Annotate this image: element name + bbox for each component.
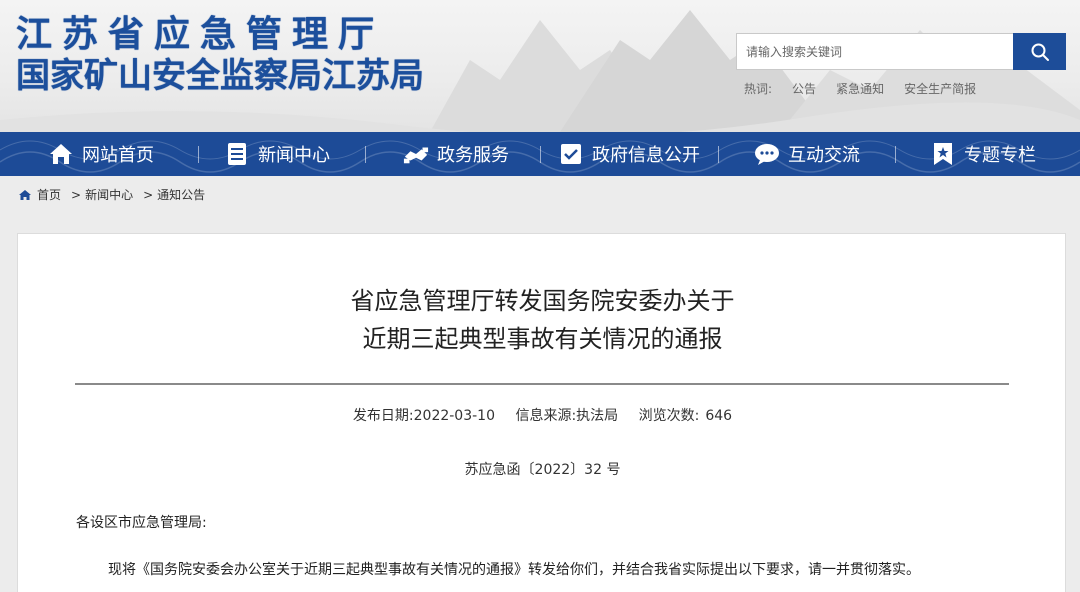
article-card: 省应急管理厅转发国务院安委办关于 近期三起典型事故有关情况的通报 发布日期:20… <box>17 233 1066 592</box>
publish-date-value: 2022-03-10 <box>413 408 495 424</box>
publish-date-label: 发布日期: <box>352 408 414 424</box>
hotword-link[interactable]: 安全生产简报 <box>904 80 976 97</box>
logo-title-line1: 江苏省应急管理厅 <box>16 14 385 55</box>
nav-divider <box>365 146 366 163</box>
handshake-icon <box>403 141 429 167</box>
nav-label: 互动交流 <box>788 145 860 166</box>
nav-label: 专题专栏 <box>964 145 1036 166</box>
info-source-label: 信息来源: <box>515 408 577 424</box>
publish-date: 发布日期:2022-03-10 <box>353 408 495 424</box>
info-source-value: 执法局 <box>576 408 619 424</box>
search-input[interactable] <box>736 33 1014 70</box>
article-title-line1: 省应急管理厅转发国务院安委办关于 <box>350 287 735 315</box>
nav-label: 新闻中心 <box>258 145 330 166</box>
nav-label: 网站首页 <box>82 145 154 166</box>
document-number: 苏应急函〔2022〕32 号 <box>464 462 621 478</box>
search-box <box>736 33 1066 70</box>
nav-label: 政务服务 <box>437 145 509 166</box>
site-header: 江苏省应急管理厅 国家矿山安全监察局江苏局 热词: 公告 紧急通知 安全生产简报 <box>0 0 1080 132</box>
main-nav: 网站首页 新闻中心 政务服务 政府信息公开 互动交流 专题专栏 <box>0 132 1080 176</box>
title-divider <box>75 383 1009 385</box>
home-icon <box>18 189 32 201</box>
article-salutation: 各设区市应急管理局: <box>76 515 207 531</box>
chat-bubble-icon <box>754 141 780 167</box>
nav-divider <box>540 146 541 163</box>
nav-divider <box>895 146 896 163</box>
logo-title-line2: 国家矿山安全监察局江苏局 <box>16 56 424 96</box>
hotword-link[interactable]: 公告 <box>792 80 816 97</box>
view-count-value: 646 <box>705 408 733 424</box>
breadcrumb: 首页 > 新闻中心 > 通知公告 <box>18 186 205 203</box>
breadcrumb-item-notice[interactable]: 通知公告 <box>157 186 205 203</box>
search-icon <box>1031 43 1049 61</box>
hotwords: 热词: 公告 紧急通知 安全生产简报 <box>744 80 996 97</box>
nav-item-topics[interactable]: 专题专栏 <box>930 132 1036 176</box>
breadcrumb-item-news[interactable]: 新闻中心 <box>85 186 133 203</box>
view-count: 浏览次数: 646 <box>639 408 732 424</box>
nav-item-gov-services[interactable]: 政务服务 <box>403 132 509 176</box>
view-count-label: 浏览次数: <box>638 408 700 424</box>
breadcrumb-separator: > <box>143 187 154 202</box>
hotword-link[interactable]: 紧急通知 <box>836 80 884 97</box>
document-check-icon <box>558 141 584 167</box>
site-logo[interactable]: 江苏省应急管理厅 国家矿山安全监察局江苏局 <box>16 14 424 96</box>
article-title-line2: 近期三起典型事故有关情况的通报 <box>362 325 723 353</box>
article-title: 省应急管理厅转发国务院安委办关于 近期三起典型事故有关情况的通报 <box>18 282 1067 358</box>
info-source: 信息来源:执法局 <box>515 408 618 424</box>
nav-item-home[interactable]: 网站首页 <box>48 132 154 176</box>
nav-item-gov-info[interactable]: 政府信息公开 <box>558 132 700 176</box>
bookmark-icon <box>930 141 956 167</box>
article-meta: 发布日期:2022-03-10 信息来源:执法局 浏览次数: 646 <box>18 405 1067 425</box>
nav-item-interaction[interactable]: 互动交流 <box>754 132 860 176</box>
home-icon <box>48 141 74 167</box>
nav-divider <box>198 146 199 163</box>
nav-label: 政府信息公开 <box>592 145 700 166</box>
breadcrumb-separator: > <box>71 187 82 202</box>
search-button[interactable] <box>1013 33 1066 70</box>
hotwords-label: 热词: <box>744 82 773 96</box>
nav-item-news[interactable]: 新闻中心 <box>224 132 330 176</box>
nav-divider <box>718 146 719 163</box>
article-paragraph: 现将《国务院安委会办公室关于近期三起典型事故有关情况的通报》转发给你们，并结合我… <box>108 562 920 578</box>
breadcrumb-item-home[interactable]: 首页 <box>37 186 61 203</box>
newspaper-icon <box>224 141 250 167</box>
